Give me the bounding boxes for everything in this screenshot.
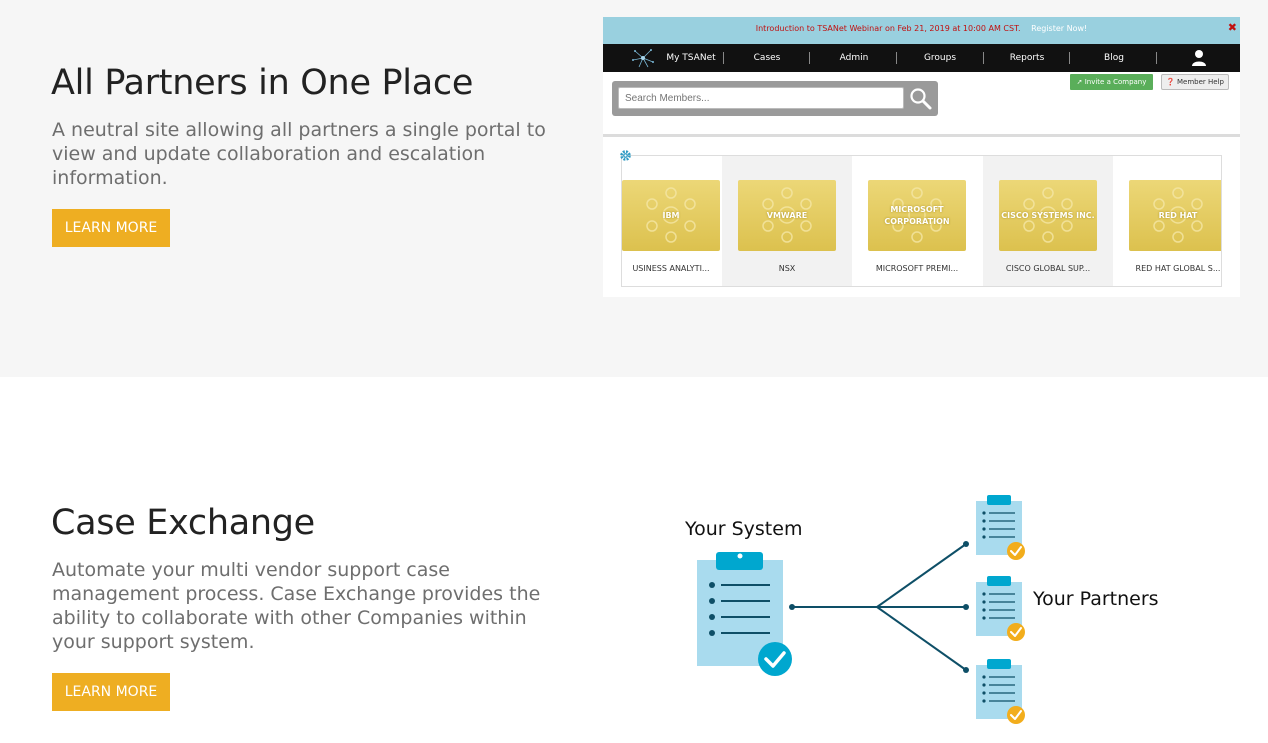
partner-caption: CISCO GLOBAL SUP... [1005, 264, 1091, 273]
partner-clipboard-icon [976, 659, 1025, 724]
register-link[interactable]: Register Now! [1031, 24, 1087, 33]
check-icon [758, 642, 792, 676]
section-title: All Partners in One Place [51, 63, 474, 103]
nav-admin[interactable]: Admin [824, 44, 884, 72]
partner-name: RED HAT [1158, 210, 1198, 220]
learn-more-button[interactable]: LEARN MORE [52, 209, 170, 247]
section-title: Case Exchange [51, 503, 315, 543]
partner-clipboard-icon [976, 495, 1025, 560]
member-help-button[interactable]: ❓ Member Help [1161, 74, 1229, 90]
check-icon [1007, 623, 1025, 641]
banner-text: Introduction to TSANet Webinar on Feb 21… [755, 24, 1021, 33]
connector-dot [963, 604, 969, 610]
invite-label: Invite a Company [1084, 78, 1147, 86]
search-icon[interactable] [907, 85, 935, 111]
partner-caption: USINESS ANALYTI... [632, 264, 710, 273]
search-input[interactable] [618, 87, 904, 109]
nav-divider [723, 52, 724, 64]
partner-caption: RED HAT GLOBAL S... [1135, 264, 1221, 273]
partners-section: All Partners in One Place A neutral site… [0, 0, 1268, 377]
partner-caption: MICROSOFT PREMI... [875, 264, 959, 273]
send-icon: ➚ [1076, 78, 1085, 86]
invite-company-button[interactable]: ➚ Invite a Company [1070, 74, 1153, 90]
case-exchange-diagram: Your System Your Partners [670, 480, 1170, 730]
nav-divider [896, 52, 897, 64]
nav-divider [1156, 52, 1157, 64]
nav-divider [1069, 52, 1070, 64]
close-icon[interactable]: ✖ [1228, 17, 1237, 39]
nav-divider [809, 52, 810, 64]
partner-name: CISCO SYSTEMS INC. [1001, 210, 1095, 220]
gear-icon[interactable] [619, 149, 632, 162]
partner-card[interactable]: IBM USINESS ANALYTI... [622, 156, 736, 286]
search-bar [612, 81, 938, 116]
partner-clipboard-icon [976, 576, 1025, 641]
nav-reports[interactable]: Reports [997, 44, 1057, 72]
portal-divider [603, 134, 1240, 137]
help-label: Member Help [1176, 78, 1224, 86]
connector-lines [792, 543, 967, 671]
section-description: Automate your multi vendor support case … [52, 559, 541, 653]
partner-name: MICROSOFT CORPORATION [884, 204, 950, 226]
connector-dot [789, 604, 795, 610]
diagram-graphic [697, 495, 1025, 724]
partner-card[interactable]: MICROSOFT CORPORATION MICROSOFT PREMI... [852, 156, 982, 286]
partner-name: IBM [662, 210, 680, 220]
partner-card[interactable]: RED HAT RED HAT GLOBAL S... [1113, 156, 1221, 286]
partner-tile: MICROSOFT CORPORATION [868, 180, 966, 251]
partner-card[interactable]: VMWARE NSX [722, 156, 852, 286]
nav-blog[interactable]: Blog [1084, 44, 1144, 72]
connector-dot [963, 667, 969, 673]
nav-my-tsanet[interactable]: My TSANet [663, 44, 719, 72]
system-clipboard-icon [697, 552, 792, 676]
user-icon[interactable] [1191, 49, 1207, 67]
nav-divider [983, 52, 984, 64]
partner-tile: IBM [622, 180, 720, 251]
section-description: A neutral site allowing all partners a s… [52, 119, 546, 189]
connector-dot [963, 541, 969, 547]
partner-tile: CISCO SYSTEMS INC. [999, 180, 1097, 251]
announcement-banner: Introduction to TSANet Webinar on Feb 21… [603, 17, 1240, 44]
nav-groups[interactable]: Groups [910, 44, 970, 72]
partner-cards: IBM USINESS ANALYTI... VMWARE NSX MICROS… [621, 155, 1222, 287]
top-nav: My TSANet Cases Admin Groups Reports Blo… [603, 44, 1240, 72]
check-icon [1007, 706, 1025, 724]
nav-cases[interactable]: Cases [737, 44, 797, 72]
partner-card[interactable]: CISCO SYSTEMS INC. CISCO GLOBAL SUP... [983, 156, 1113, 286]
portal-screenshot: Introduction to TSANet Webinar on Feb 21… [603, 17, 1240, 297]
partner-caption: NSX [778, 264, 796, 273]
partner-tile: RED HAT [1129, 180, 1221, 251]
question-icon: ❓ [1166, 78, 1177, 86]
partner-name: VMWARE [766, 210, 808, 220]
learn-more-button[interactable]: LEARN MORE [52, 673, 170, 711]
check-icon [1007, 542, 1025, 560]
partner-tile: VMWARE [738, 180, 836, 251]
tsanet-logo-icon [632, 49, 654, 68]
